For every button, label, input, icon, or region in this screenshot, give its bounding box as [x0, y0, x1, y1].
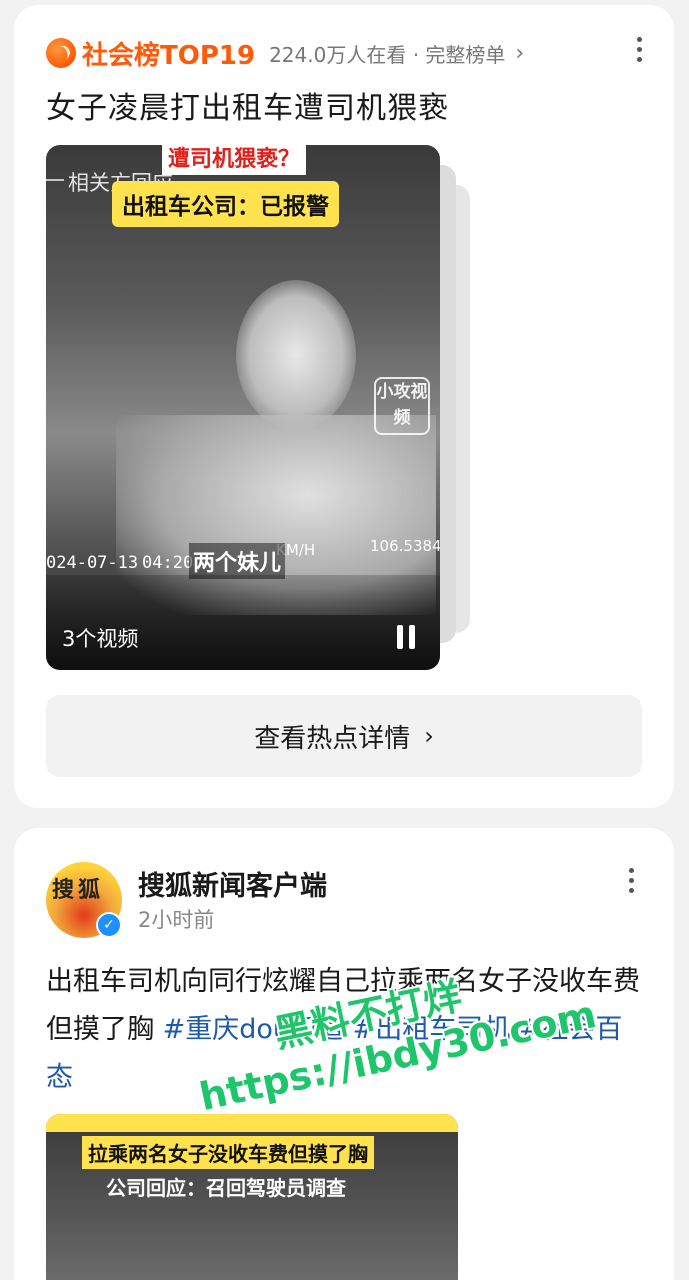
video-top-banner: [46, 1114, 458, 1132]
date-stamp: 024-07-13: [46, 553, 139, 573]
hot-flame-icon: [46, 38, 76, 68]
view-hot-detail-button[interactable]: 查看热点详情 ›: [46, 695, 642, 777]
time-stamp: 04:20: [142, 553, 194, 573]
chevron-right-icon: ›: [424, 722, 434, 750]
more-options-icon[interactable]: [634, 37, 644, 62]
chevron-right-icon: ›: [515, 40, 525, 66]
hashtag-link[interactable]: #重庆dou知道: [163, 1014, 344, 1045]
verified-badge-icon: ✓: [96, 912, 122, 938]
news-post-card[interactable]: 搜狐 ✓ 搜狐新闻客户端 2小时前 出租车司机向同行炫耀自己拉乘两名女子没收车费…: [14, 828, 674, 1280]
post-time: 2小时前: [138, 908, 215, 932]
gps-readout: 106.538450: [370, 537, 440, 555]
video-watermark: 小攻视频: [374, 377, 430, 435]
avatar-logo-text: 搜狐: [52, 878, 105, 903]
more-options-icon[interactable]: [626, 868, 636, 893]
video-yellow-title: 出租车公司：已报警: [112, 181, 339, 227]
pause-icon[interactable]: [396, 625, 416, 649]
video-count: 3个视频: [62, 627, 139, 651]
rank-badge: 社会榜TOP19: [82, 40, 256, 71]
viewer-count: 224.0万人在看 · 完整榜单: [269, 42, 506, 67]
video-caption-line2: 公司回应：召回驾驶员调查: [106, 1176, 346, 1200]
video-thumbnail[interactable]: 相关方回应 遭司机猥亵？ 出租车公司：已报警 小攻视频 KM/H 106.538…: [46, 145, 440, 670]
topic-headline[interactable]: 女子凌晨打出租车遭司机猥亵: [46, 83, 449, 127]
hot-topic-card[interactable]: 社会榜TOP19 224.0万人在看 · 完整榜单 › 女子凌晨打出租车遭司机猥…: [14, 5, 674, 808]
video-red-title: 遭司机猥亵？: [162, 145, 307, 175]
detail-button-label: 查看热点详情: [254, 723, 411, 754]
blurred-face: [236, 280, 356, 430]
video-subtitle: 两个妹儿: [189, 543, 286, 579]
hashtag-link[interactable]: #出租车司机: [353, 1014, 511, 1045]
post-body[interactable]: 出租车司机向同行炫耀自己拉乘两名女子没收车费但摸了胸 #重庆dou知道 #出租车…: [46, 958, 646, 1102]
post-video-thumbnail[interactable]: 拉乘两名女子没收车费但摸了胸 公司回应：召回驾驶员调查: [46, 1114, 458, 1280]
source-name[interactable]: 搜狐新闻客户端: [138, 864, 327, 903]
rank-row[interactable]: 社会榜TOP19 224.0万人在看 · 完整榜单 ›: [46, 35, 524, 71]
video-caption-line1: 拉乘两名女子没收车费但摸了胸: [82, 1136, 374, 1169]
